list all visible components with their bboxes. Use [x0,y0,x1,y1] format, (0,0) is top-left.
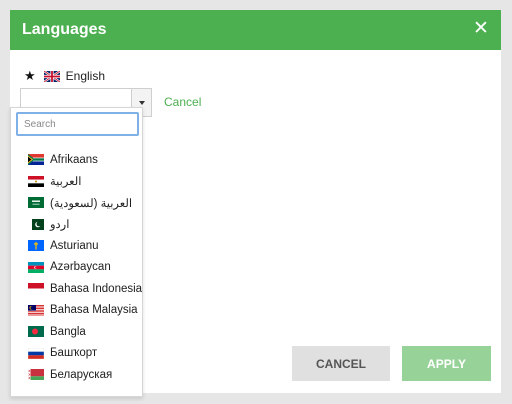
dialog-title: Languages [22,21,107,38]
language-item-label: Afrikaans [50,153,98,166]
language-item-label: Bahasa Indonesia [50,282,143,295]
flag-az-icon [28,261,44,273]
language-item-afrikaans[interactable]: Afrikaans [11,149,142,171]
cancel-link[interactable]: Cancel [164,95,201,109]
apply-button[interactable]: APPLY [402,346,491,381]
language-item-bangla[interactable]: Bangla [11,321,142,343]
flag-ru-icon [28,347,44,359]
language-item-label: Bangla [50,325,86,338]
language-item-urdu[interactable]: اردو [11,214,142,236]
language-item-label: اردو [50,219,70,232]
language-item-bahasa-indonesia[interactable]: Bahasa Indonesia [11,278,142,300]
language-item-bahasa-malaysia[interactable]: Bahasa Malaysia [11,300,142,322]
language-item-label: Bahasa Malaysia [50,304,138,317]
flag-id-icon [28,283,44,295]
flag-my-icon [28,304,44,316]
language-item-asturianu[interactable]: Asturianu [11,235,142,257]
close-icon[interactable]: ✕ [471,19,491,39]
language-item-arabic[interactable]: العربية [11,171,142,193]
language-item-label: Azərbaycan [50,261,111,274]
language-item-arabic-saudi[interactable]: العربية (لسعودية) [11,192,142,214]
dialog-header: Languages ✕ [10,10,501,50]
current-language-label: English [65,69,106,83]
flag-bd-icon [28,326,44,338]
search-input[interactable] [16,112,139,136]
flag-za-icon [28,154,44,166]
language-item-label: العربية [50,176,82,189]
cancel-button[interactable]: CANCEL [292,346,390,381]
flag-eg-icon [28,175,44,187]
language-list: Afrikaans العربية العربية (لسعودية) اردو… [11,149,142,386]
language-item-label: العربية (لسعودية) [50,197,133,210]
language-item-label: Asturianu [50,239,99,252]
language-item-bashkort[interactable]: Башҡорт [11,343,142,365]
flag-pk-icon [28,218,44,230]
language-item-label: Беларуская [50,368,113,381]
star-icon: ★ [24,68,36,83]
flag-asturias-icon [28,240,44,252]
flag-uk-icon [43,70,60,82]
language-dropdown: Afrikaans العربية العربية ( [10,107,143,397]
flag-sa-icon [28,197,44,209]
current-language: ★ English [24,68,106,83]
language-item-belaruskaya[interactable]: Беларуская [11,364,142,386]
flag-by-icon [28,369,44,381]
language-item-label: Башҡорт [50,347,98,360]
language-item-azerbaycan[interactable]: Azərbaycan [11,257,142,279]
